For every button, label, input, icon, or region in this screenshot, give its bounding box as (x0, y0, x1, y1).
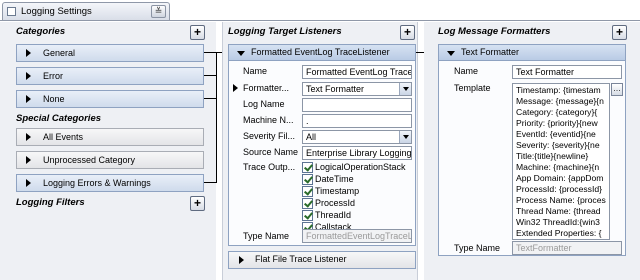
special-label: All Events (43, 132, 84, 142)
expand-arrow-icon[interactable] (26, 49, 31, 57)
add-filter-button[interactable]: + (190, 196, 205, 211)
severity-select[interactable]: All (302, 130, 412, 144)
expand-arrow-icon[interactable] (26, 179, 31, 187)
template-line: Machine: {machine}{n (516, 162, 600, 172)
trace-option-label: ProcessId (315, 198, 356, 208)
category-label: Error (43, 71, 63, 81)
add-listener-button[interactable]: + (400, 25, 415, 40)
trace-option-checkbox[interactable] (302, 162, 313, 173)
trace-option-label: DateTime (315, 174, 354, 184)
flat-file-header[interactable]: Flat File Trace Listener (229, 252, 415, 268)
flat-file-title: Flat File Trace Listener (255, 254, 347, 264)
connector-line (204, 98, 216, 99)
template-label: Template (454, 83, 491, 93)
dropdown-arrow-icon[interactable] (399, 131, 411, 143)
template-line: Win32 ThreadId:{win3 (516, 217, 600, 227)
pointer-arrow-icon (233, 84, 238, 92)
machine-name-field[interactable]: . (302, 114, 412, 128)
listeners-header: Logging Target Listeners (228, 26, 342, 37)
template-line: Thread Name: {thread (516, 206, 601, 216)
expand-arrow-icon[interactable] (26, 95, 31, 103)
expand-arrow-icon[interactable] (26, 72, 31, 80)
connector-line (204, 182, 216, 183)
category-general[interactable]: General (16, 44, 204, 62)
formatter-value: Text Formatter (306, 84, 365, 94)
template-line: App Domain: {appDom (516, 173, 604, 183)
collapse-arrow-icon[interactable] (447, 51, 455, 56)
formatters-header: Log Message Formatters (438, 26, 551, 37)
source-name-field[interactable]: Enterprise Library Logging (302, 146, 412, 160)
template-line: Message: {message}{n (516, 96, 604, 106)
template-line: Category: {category}{ (516, 107, 598, 117)
category-label: None (43, 94, 65, 104)
template-line: Severity: {severity}{ne (516, 140, 600, 150)
template-line: Timestamp: {timestam (516, 85, 601, 95)
category-error[interactable]: Error (16, 67, 204, 85)
source-name-label: Source Name (243, 147, 299, 157)
expand-arrow-icon[interactable] (26, 156, 31, 164)
special-all-events[interactable]: All Events (16, 128, 204, 146)
connector-line (216, 52, 217, 183)
special-label: Unprocessed Category (43, 155, 136, 165)
window-tab[interactable]: Logging Settings ≚ (2, 2, 170, 20)
template-editor-button[interactable]: … (611, 83, 623, 96)
expand-arrow-icon[interactable] (26, 133, 31, 141)
title-bar: Logging Settings ≚ (0, 0, 640, 22)
title-underline (0, 20, 640, 21)
add-category-button[interactable]: + (190, 25, 205, 40)
trace-option-checkbox[interactable] (302, 198, 313, 209)
special-categories-header: Special Categories (16, 113, 102, 124)
listener-type-label: Type Name (243, 231, 290, 241)
template-line: ProcessId: {processId} (516, 184, 602, 194)
category-label: General (43, 48, 76, 58)
category-none[interactable]: None (16, 90, 204, 108)
severity-value: All (306, 132, 317, 142)
add-formatter-button[interactable]: + (612, 25, 627, 40)
listener-type-field: FormattedEventLogTraceL (302, 229, 412, 243)
collapse-button[interactable]: ≚ (151, 5, 166, 18)
trace-option-label: Timestamp (315, 186, 360, 196)
severity-label: Severity Fil... (243, 131, 296, 141)
special-unprocessed[interactable]: Unprocessed Category (16, 151, 204, 169)
formatter-title: Text Formatter (461, 47, 520, 57)
logging-filters-header: Logging Filters (16, 197, 85, 208)
listener-panel-header[interactable]: Formatted EventLog TraceListener (229, 45, 415, 61)
trace-option-checkbox[interactable] (302, 210, 313, 221)
dropdown-arrow-icon[interactable] (399, 83, 411, 95)
trace-option-checkbox[interactable] (302, 186, 313, 197)
log-name-field[interactable] (302, 98, 412, 112)
trace-option-label: ThreadId (315, 210, 352, 220)
log-name-label: Log Name (243, 99, 285, 109)
formatter-type-field: TextFormatter (512, 241, 622, 255)
window-title: Logging Settings (21, 6, 92, 17)
formatter-name-label: Name (454, 66, 479, 76)
template-line: Process Name: {proces (516, 195, 606, 205)
listener-name-field[interactable]: Formatted EventLog Trace (302, 65, 412, 79)
template-line: Title:{title}{newline} (516, 151, 589, 161)
flat-file-listener-panel[interactable]: Flat File Trace Listener (228, 251, 416, 269)
formatter-label: Formatter... (243, 83, 290, 93)
connector-line (204, 75, 216, 76)
trace-option-label: LogicalOperationStack (315, 162, 406, 172)
formatter-select[interactable]: Text Formatter (302, 82, 412, 96)
special-label: Logging Errors & Warnings (43, 178, 151, 188)
categories-header: Categories (16, 26, 66, 37)
template-field[interactable]: Timestamp: {timestam Message: {message}{… (512, 83, 610, 240)
template-line: EventId: {eventid}{ne (516, 129, 596, 139)
collapse-arrow-icon[interactable] (237, 51, 245, 56)
template-line: Extended Properties: { (516, 228, 602, 238)
template-line: Priority: {priority}{new (516, 118, 598, 128)
formatter-name-field[interactable]: Text Formatter (512, 65, 622, 79)
trace-option-checkbox[interactable] (302, 174, 313, 185)
trace-output-label: Trace Outp... (243, 162, 296, 172)
listener-title: Formatted EventLog TraceListener (251, 47, 390, 57)
special-logging-errors[interactable]: Logging Errors & Warnings (16, 174, 204, 192)
formatter-panel-header[interactable]: Text Formatter (439, 45, 625, 61)
formatter-type-label: Type Name (454, 243, 501, 253)
listener-name-label: Name (243, 66, 268, 76)
tab-checkbox-icon[interactable] (7, 7, 16, 16)
machine-name-label: Machine N... (243, 115, 294, 125)
expand-arrow-icon[interactable] (239, 256, 244, 264)
